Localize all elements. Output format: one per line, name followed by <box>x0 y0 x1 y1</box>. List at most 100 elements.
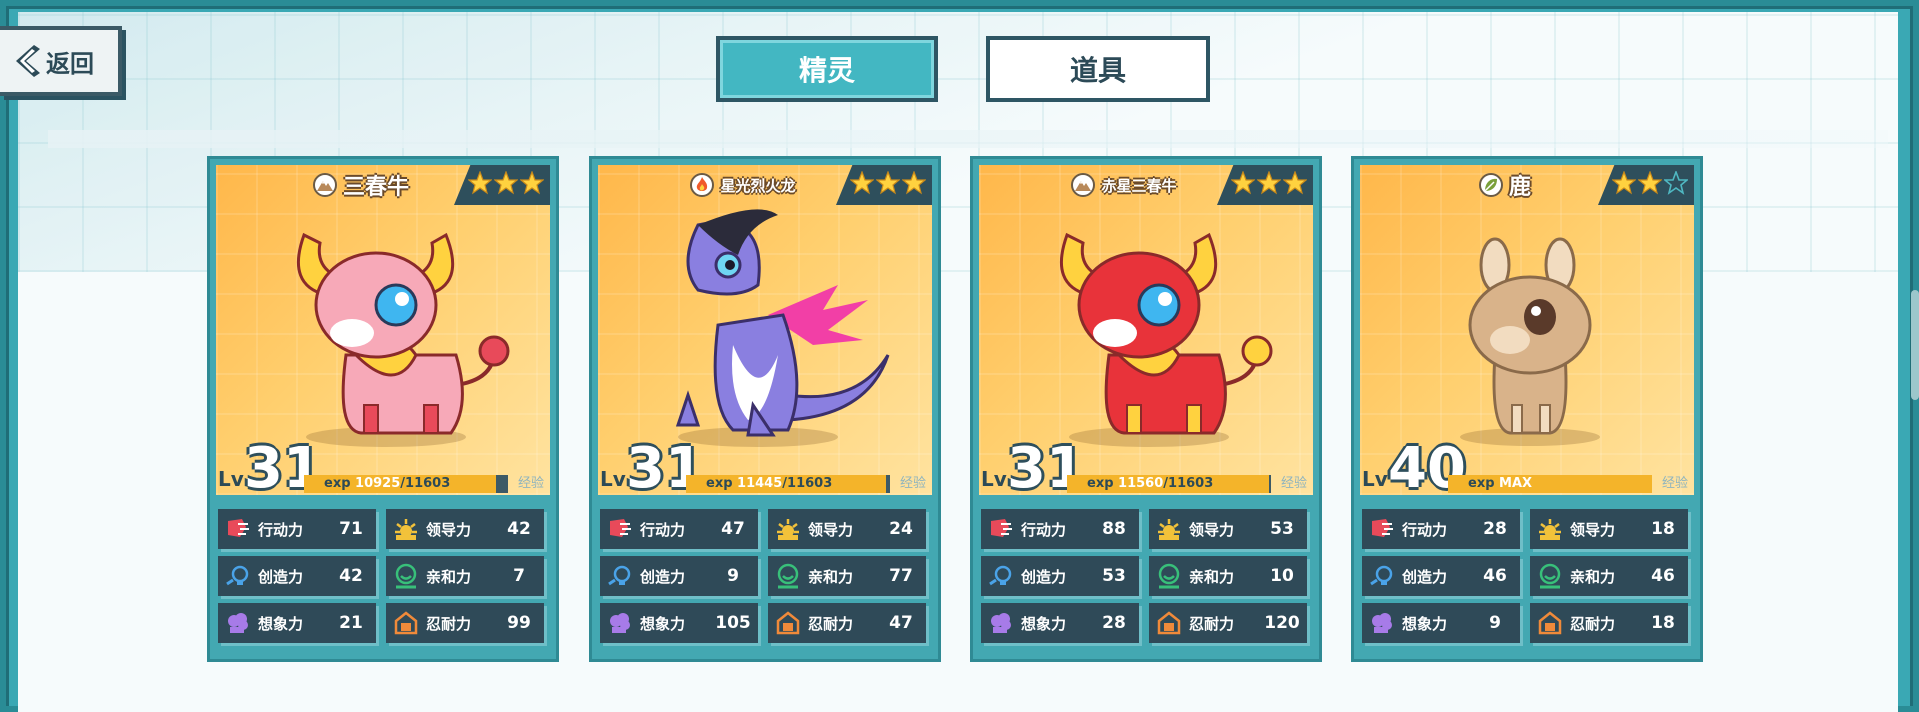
stat-label: 创造力 <box>1021 567 1067 586</box>
back-button[interactable]: 返回 <box>0 26 122 96</box>
spirit-portrait-image <box>1400 205 1660 455</box>
exp-current: 11560 <box>1118 476 1164 491</box>
spirit-card[interactable]: 赤星三春牛 Lv 31 exp 11560/11603 经验行动力 88 领导力 53 创造力… <box>970 156 1322 662</box>
stat-value: 46 <box>1483 566 1507 586</box>
stat-imagination: 想象力 21 <box>218 603 376 643</box>
action-icon <box>987 515 1015 543</box>
star-filled-icon <box>849 170 875 195</box>
card-header: 三春牛 <box>216 165 550 205</box>
stat-action: 行动力 47 <box>600 509 758 549</box>
card-portrait: 鹿 Lv 40 exp MAX 经验 <box>1360 165 1694 495</box>
creativity-icon <box>1368 562 1396 590</box>
creativity-icon <box>224 562 252 590</box>
exp-text: exp 11560/11603 <box>1087 475 1213 493</box>
stat-endurance: 忍耐力 99 <box>386 603 544 643</box>
exp-bar: exp 11445/11603 <box>686 475 890 493</box>
stat-value: 42 <box>339 566 363 586</box>
spirit-card[interactable]: 鹿 Lv 40 exp MAX 经验 行动力 28 领导力 18 创造力 46 亲和力 46 想象力 9 忍… <box>1351 156 1703 662</box>
exp-text: exp 10925/11603 <box>324 475 450 493</box>
endurance-icon <box>1155 609 1183 637</box>
stat-value: 18 <box>1651 519 1675 539</box>
level-row: Lv 31 exp 11560/11603 经验 <box>979 441 1313 496</box>
stat-value: 47 <box>721 519 745 539</box>
tab-items[interactable]: 道具 <box>986 36 1210 102</box>
exp-label: exp <box>1087 476 1114 491</box>
stat-label: 忍耐力 <box>426 614 472 633</box>
stat-value: 42 <box>507 519 531 539</box>
stat-creativity: 创造力 46 <box>1362 556 1520 596</box>
card-portrait: 星光烈火龙 Lv 31 exp 11445/11603 经验 <box>598 165 932 495</box>
star-filled-icon <box>875 170 901 195</box>
endurance-icon <box>392 609 420 637</box>
star-rating <box>836 165 932 205</box>
exp-tag: 经验 <box>899 476 926 491</box>
stat-leadership: 领导力 24 <box>768 509 926 549</box>
stat-endurance: 忍耐力 18 <box>1530 603 1688 643</box>
stat-label: 忍耐力 <box>1189 614 1235 633</box>
exp-total: /11603 <box>1163 476 1214 491</box>
spirit-name: 鹿 <box>1508 175 1531 200</box>
chevron-left-icon <box>16 45 40 77</box>
leadership-icon <box>392 515 420 543</box>
stat-label: 创造力 <box>640 567 686 586</box>
stat-label: 行动力 <box>1402 520 1448 539</box>
panel-header-band <box>48 130 1888 148</box>
level-prefix: Lv <box>600 467 626 491</box>
spirit-name: 星光烈火龙 <box>720 176 796 195</box>
spirit-portrait-image <box>638 205 898 455</box>
exp-bar: exp 11560/11603 <box>1067 475 1271 493</box>
spirit-name: 三春牛 <box>342 175 409 200</box>
card-header: 鹿 <box>1360 165 1694 205</box>
stat-value: 46 <box>1651 566 1675 586</box>
stat-label: 领导力 <box>1570 520 1616 539</box>
level-prefix: Lv <box>981 467 1007 491</box>
action-icon <box>224 515 252 543</box>
stat-label: 行动力 <box>640 520 686 539</box>
stat-value: 28 <box>1483 519 1507 539</box>
stat-label: 领导力 <box>1189 520 1235 539</box>
affinity-icon <box>774 562 802 590</box>
stat-label: 亲和力 <box>426 567 472 586</box>
scrollbar-thumb[interactable] <box>1911 290 1919 400</box>
imagination-icon <box>606 609 634 637</box>
stat-endurance: 忍耐力 47 <box>768 603 926 643</box>
stat-label: 亲和力 <box>1570 567 1616 586</box>
stat-label: 亲和力 <box>808 567 854 586</box>
star-filled-icon <box>1230 170 1256 195</box>
stat-action: 行动力 88 <box>981 509 1139 549</box>
exp-label: exp <box>1468 476 1495 491</box>
grass-element-icon <box>1478 173 1503 197</box>
level-prefix: Lv <box>218 467 244 491</box>
stat-label: 行动力 <box>1021 520 1067 539</box>
spirit-card[interactable]: 星光烈火龙 Lv 31 exp 11445/11603 经验 行动力 47 领导力 24 创造力… <box>589 156 941 662</box>
stat-label: 领导力 <box>808 520 854 539</box>
spirit-card[interactable]: 三春牛 Lv 31 exp 10925/11603 经验 行动力 71 领导力 42 创造力 42… <box>207 156 559 662</box>
stat-value: 28 <box>1102 613 1126 633</box>
stat-label: 忍耐力 <box>1570 614 1616 633</box>
stat-grid: 行动力 88 领导力 53 创造力 53 亲和力 10 想象力 28 忍耐力 120 <box>981 509 1317 659</box>
star-filled-icon <box>1256 170 1282 195</box>
stat-label: 创造力 <box>1402 567 1448 586</box>
stat-value: 120 <box>1264 613 1300 633</box>
endurance-icon <box>1536 609 1564 637</box>
stat-affinity: 亲和力 7 <box>386 556 544 596</box>
star-rating <box>454 165 550 205</box>
card-portrait: 赤星三春牛 Lv 31 exp 11560/11603 经验 <box>979 165 1313 495</box>
stat-grid: 行动力 28 领导力 18 创造力 46 亲和力 46 想象力 9 忍耐力 18 <box>1362 509 1698 659</box>
stat-value: 47 <box>889 613 913 633</box>
level-row: Lv 40 exp MAX 经验 <box>1360 441 1694 496</box>
star-filled-icon <box>519 170 545 195</box>
exp-tag: 经验 <box>1661 476 1688 491</box>
exp-current: 10925 <box>355 476 401 491</box>
stat-value: 9 <box>727 566 739 586</box>
stat-value: 24 <box>889 519 913 539</box>
tab-spirits-label: 精灵 <box>798 54 855 87</box>
stat-value: 18 <box>1651 613 1675 633</box>
imagination-icon <box>224 609 252 637</box>
stat-creativity: 创造力 9 <box>600 556 758 596</box>
tab-spirits[interactable]: 精灵 <box>716 36 938 102</box>
stat-leadership: 领导力 53 <box>1149 509 1307 549</box>
stat-value: 21 <box>339 613 363 633</box>
level-prefix: Lv <box>1362 467 1388 491</box>
earth-element-icon <box>312 173 337 197</box>
